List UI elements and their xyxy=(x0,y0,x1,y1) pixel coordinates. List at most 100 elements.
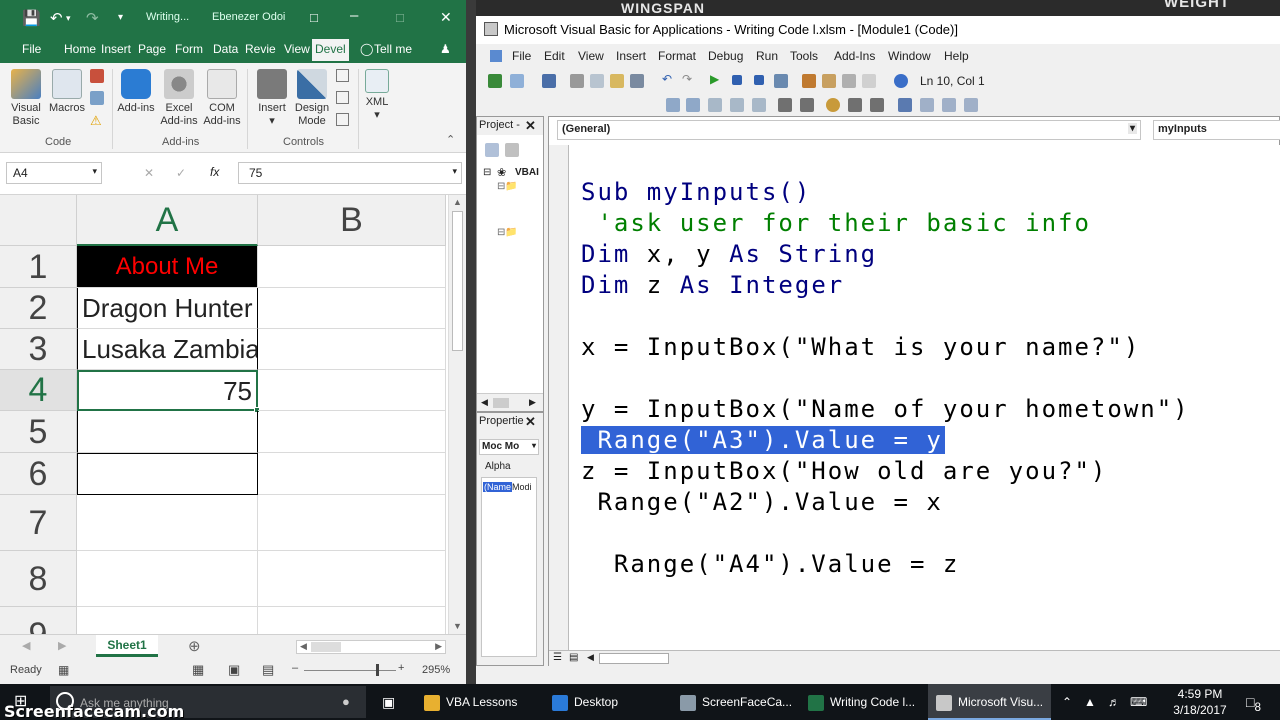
cell-b1[interactable] xyxy=(258,246,446,288)
run-icon[interactable]: ▶ xyxy=(710,72,719,86)
horizontal-scrollbar[interactable]: ◀ ▶ xyxy=(296,640,446,654)
zoom-out-icon[interactable]: – xyxy=(292,662,298,674)
design-mode-icon[interactable] xyxy=(774,74,788,88)
undo-dropdown-icon[interactable]: ▾ xyxy=(66,13,71,24)
cut-icon[interactable] xyxy=(570,74,584,88)
help-icon[interactable] xyxy=(894,74,908,88)
tab-review[interactable]: Revie xyxy=(245,42,276,56)
volume-icon[interactable]: ♬ xyxy=(1108,684,1120,720)
action-center-icon[interactable]: □8 xyxy=(1246,684,1261,720)
object-selector[interactable]: Moc Mo ▾ xyxy=(479,439,539,455)
object-dropdown[interactable]: (General) ▾ xyxy=(557,120,1141,140)
hscroll-thumb[interactable] xyxy=(493,398,509,408)
menu-run[interactable]: Run xyxy=(756,49,778,63)
toolbox-icon[interactable] xyxy=(862,74,876,88)
menu-edit[interactable]: Edit xyxy=(544,49,565,63)
cell-b3[interactable] xyxy=(258,329,446,370)
hscroll-thumb[interactable] xyxy=(311,642,341,652)
row-header-3[interactable]: 3 xyxy=(0,329,77,370)
normal-view-icon[interactable]: ▦ xyxy=(192,662,204,678)
cancel-icon[interactable]: ✕ xyxy=(144,166,154,180)
column-header-b[interactable]: B xyxy=(258,195,446,246)
procedure-view-icon[interactable]: ☰ xyxy=(553,652,562,663)
new-sheet-icon[interactable]: ⊕ xyxy=(188,637,201,655)
property-value-cell[interactable]: Modi xyxy=(512,482,532,492)
zoom-in-icon[interactable]: + xyxy=(398,662,404,674)
taskbar-item-screenfacecam[interactable]: ScreenFaceCa... xyxy=(680,684,792,720)
relative-references-icon[interactable] xyxy=(90,91,104,105)
share-icon[interactable]: ♟ xyxy=(440,42,451,56)
list-constants-icon[interactable] xyxy=(686,98,700,112)
keyboard-icon[interactable]: ⌨ xyxy=(1130,684,1147,720)
view-code-icon[interactable] xyxy=(485,143,499,157)
copy-icon[interactable] xyxy=(590,74,604,88)
undo-icon[interactable]: ↶ xyxy=(50,9,63,27)
sheet-tab-sheet1[interactable]: Sheet1 xyxy=(96,635,158,657)
clear-bookmarks-icon[interactable] xyxy=(964,98,978,112)
task-view-icon[interactable]: ▣ xyxy=(382,684,395,720)
cell-b6[interactable] xyxy=(258,453,446,495)
cell-b8[interactable] xyxy=(258,551,446,607)
next-bookmark-icon[interactable] xyxy=(920,98,934,112)
page-layout-view-icon[interactable]: ▣ xyxy=(228,662,240,678)
chevron-down-icon[interactable]: ▾ xyxy=(532,441,536,450)
collapse-tree-icon[interactable]: ⊟ xyxy=(483,167,491,178)
menu-help[interactable]: Help xyxy=(944,49,969,63)
indent-icon[interactable] xyxy=(778,98,792,112)
object-browser-icon[interactable] xyxy=(842,74,856,88)
zoom-slider-thumb[interactable] xyxy=(376,664,379,676)
cell-b2[interactable] xyxy=(258,288,446,329)
tab-formulas[interactable]: Form xyxy=(175,42,203,56)
scroll-right-icon[interactable]: ▶ xyxy=(435,641,442,652)
tab-tell-me[interactable]: Tell me xyxy=(374,42,412,56)
cell-a2[interactable]: Dragon Hunter xyxy=(77,288,258,329)
chevron-down-icon[interactable]: ▾ xyxy=(1127,123,1137,134)
menu-add-ins[interactable]: Add-Ins xyxy=(834,49,875,63)
macros-button[interactable]: Macros xyxy=(46,69,88,115)
menu-debug[interactable]: Debug xyxy=(708,49,743,63)
customize-qat-icon[interactable]: ▾ xyxy=(118,12,123,23)
cell-a3[interactable]: Lusaka Zambia xyxy=(77,329,258,370)
tab-insert[interactable]: Insert xyxy=(101,42,131,56)
taskbar-item-vba-lessons[interactable]: VBA Lessons xyxy=(424,684,517,720)
macro-recording-icon[interactable]: ▦ xyxy=(58,663,69,677)
folder-node-icon[interactable]: ⊟📁 xyxy=(497,181,518,192)
scroll-right-icon[interactable]: ▶ xyxy=(529,397,536,408)
ribbon-display-icon[interactable]: □ xyxy=(310,10,318,25)
tab-developer[interactable]: Devel xyxy=(312,39,349,61)
insert-controls-button[interactable]: Insert ▾ xyxy=(252,69,292,128)
complete-word-icon[interactable] xyxy=(752,98,766,112)
menu-view[interactable]: View xyxy=(578,49,604,63)
cell-a7[interactable] xyxy=(77,495,258,551)
row-header-8[interactable]: 8 xyxy=(0,551,77,607)
full-module-view-icon[interactable]: ▤ xyxy=(569,652,578,663)
page-break-view-icon[interactable]: ▤ xyxy=(262,662,274,678)
insert-function-icon[interactable]: fx xyxy=(210,165,219,179)
formula-input[interactable]: 75 ▾ xyxy=(238,162,462,184)
properties-icon[interactable] xyxy=(336,69,349,82)
enter-icon[interactable]: ✓ xyxy=(176,166,186,180)
cell-a4[interactable]: 75 xyxy=(77,370,258,411)
expand-formula-icon[interactable]: ▾ xyxy=(452,166,457,177)
scroll-down-icon[interactable]: ▼ xyxy=(453,621,462,631)
vertical-scrollbar[interactable]: ▲ ▼ xyxy=(448,195,466,635)
uncomment-block-icon[interactable] xyxy=(870,98,884,112)
undo-icon[interactable]: ↶ xyxy=(662,72,672,86)
view-excel-icon[interactable] xyxy=(488,74,502,88)
paste-icon[interactable] xyxy=(610,74,624,88)
taskbar-item-vba-editor[interactable]: Microsoft Visu... xyxy=(928,684,1052,720)
minimize-icon[interactable]: – xyxy=(350,7,358,24)
scroll-left-icon[interactable]: ◀ xyxy=(587,652,594,663)
visual-basic-button[interactable]: Visual Basic xyxy=(6,69,46,128)
toggle-bookmark-icon[interactable] xyxy=(898,98,912,112)
tab-view[interactable]: View xyxy=(284,42,310,56)
close-icon[interactable]: ✕ xyxy=(525,414,536,430)
macro-security-icon[interactable]: ⚠ xyxy=(90,113,102,129)
hscroll-thumb[interactable] xyxy=(599,653,669,664)
previous-bookmark-icon[interactable] xyxy=(942,98,956,112)
network-icon[interactable]: ▲ xyxy=(1084,684,1096,720)
clock[interactable]: 4:59 PM 3/18/2017 xyxy=(1160,686,1240,718)
row-header-6[interactable]: 6 xyxy=(0,453,77,495)
taskbar-item-excel[interactable]: Writing Code l... xyxy=(808,684,915,720)
find-icon[interactable] xyxy=(630,74,644,88)
